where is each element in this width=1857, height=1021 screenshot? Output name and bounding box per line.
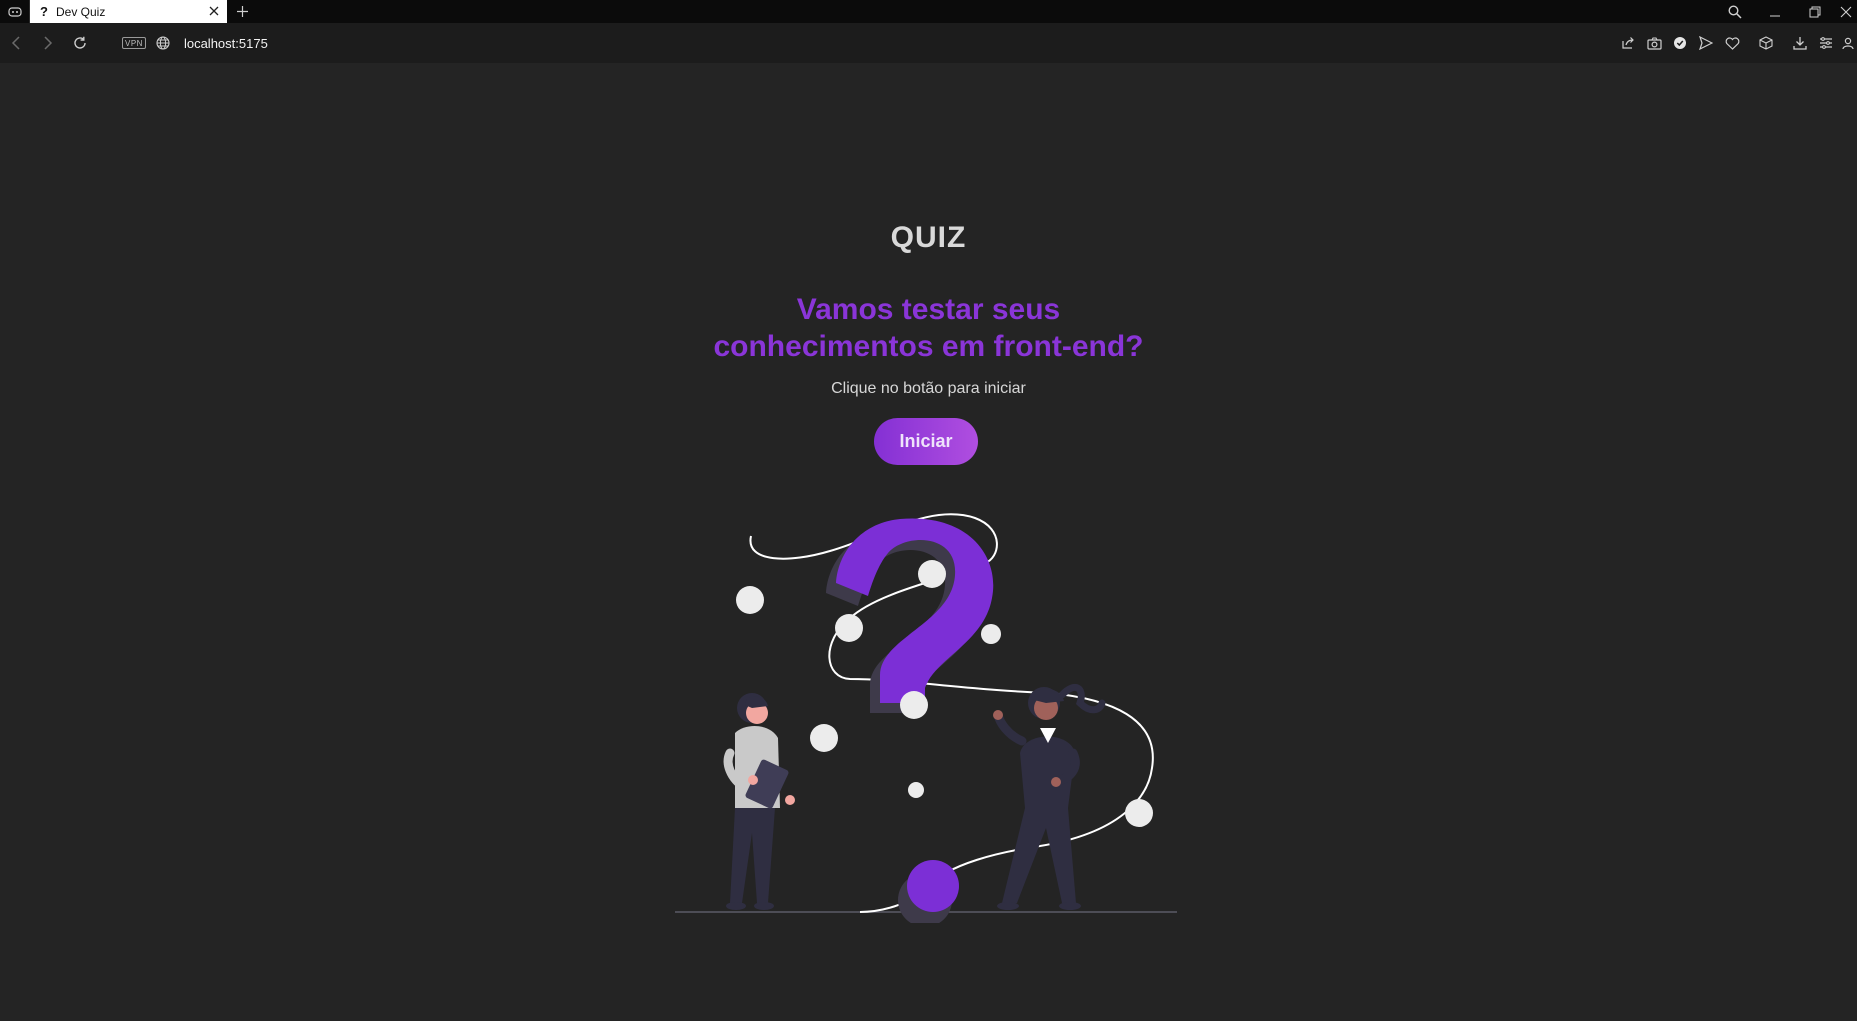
minimize-icon[interactable] (1755, 0, 1795, 23)
forward-icon[interactable] (32, 27, 64, 59)
man-figure (723, 693, 795, 910)
tab-dev-quiz[interactable]: ? Dev Quiz (30, 0, 227, 23)
tab-title: Dev Quiz (56, 4, 106, 19)
tab-favicon: ? (40, 4, 48, 19)
back-icon[interactable] (0, 27, 32, 59)
quiz-illustration (670, 483, 1180, 923)
close-icon[interactable] (207, 4, 221, 18)
camera-icon[interactable] (1641, 30, 1667, 56)
vpn-badge[interactable]: VPN (122, 37, 146, 49)
dot-8 (1125, 799, 1153, 827)
menu-icon[interactable] (1813, 30, 1839, 56)
window-controls (1715, 0, 1857, 23)
url-field[interactable]: localhost:5175 (184, 36, 268, 51)
dot-4 (981, 624, 1001, 644)
shield-icon[interactable] (1667, 30, 1693, 56)
headline-line-2: conhecimentos em front-end? (713, 330, 1144, 363)
headline-line-1: Vamos testar seus (796, 293, 1061, 326)
reload-icon[interactable] (64, 27, 96, 59)
cube-icon[interactable] (1753, 30, 1779, 56)
question-dot (907, 860, 959, 912)
page-content: QUIZ Vamos testar seus conhecimentos em … (0, 63, 1857, 1021)
download-icon[interactable] (1787, 30, 1813, 56)
gamepad-icon[interactable] (0, 0, 30, 23)
page-title: QUIZ (890, 221, 967, 254)
globe-icon (156, 35, 172, 51)
share-icon[interactable] (1615, 30, 1641, 56)
dot-3 (835, 614, 863, 642)
dot-6 (810, 724, 838, 752)
woman-figure (993, 684, 1106, 910)
headline: Vamos testar seus conhecimentos em front… (0, 291, 1857, 365)
profile-icon[interactable] (1839, 30, 1857, 56)
heart-icon[interactable] (1719, 30, 1745, 56)
tab-bar: ? Dev Quiz (0, 0, 1857, 23)
search-icon[interactable] (1715, 0, 1755, 23)
new-tab-icon[interactable] (227, 0, 257, 23)
send-icon[interactable] (1693, 30, 1719, 56)
start-button[interactable]: Iniciar (874, 418, 978, 465)
dot-5 (900, 691, 928, 719)
toolbar-right (1615, 23, 1857, 63)
dot-2 (918, 560, 946, 588)
dot-1 (736, 586, 764, 614)
dot-7 (908, 782, 924, 798)
restore-icon[interactable] (1795, 0, 1835, 23)
address-bar: VPN localhost:5175 (0, 23, 1857, 63)
subtitle: Clique no botão para iniciar (831, 380, 1026, 397)
window-close-icon[interactable] (1835, 0, 1857, 23)
